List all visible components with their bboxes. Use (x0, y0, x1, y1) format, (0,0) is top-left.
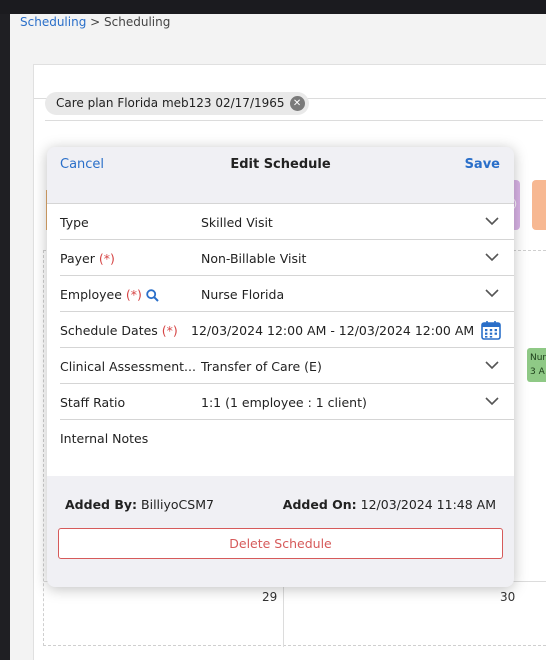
filter-chip[interactable]: Care plan Florida meb123 02/17/1965 ✕ (45, 92, 309, 115)
staff-ratio-field[interactable]: Staff Ratio 1:1 (1 employee : 1 client) (60, 384, 514, 420)
calendar-event[interactable]: Nur 3 A (527, 348, 546, 382)
schedule-dates-label: Schedule Dates (*) (60, 323, 178, 338)
employee-label: Employee (*) (60, 287, 159, 302)
employee-value[interactable]: Nurse Florida (201, 287, 284, 302)
edit-schedule-modal: Edit Schedule Cancel Save Type Skilled V… (47, 147, 514, 587)
added-on: Added On: 12/03/2024 11:48 AM (283, 497, 496, 512)
internal-notes-label: Internal Notes (60, 431, 149, 446)
type-field[interactable]: Type Skilled Visit (60, 204, 514, 240)
internal-notes-field[interactable]: Internal Notes (60, 420, 514, 476)
left-sidebar (0, 14, 10, 660)
employee-label-text: Employee (60, 287, 122, 302)
clinical-assessment-label: Clinical Assessment... (60, 359, 196, 374)
added-on-label: Added On: (282, 497, 357, 512)
calendar-event-line: Nur (530, 353, 546, 363)
breadcrumb-current: Scheduling (104, 15, 171, 29)
cancel-button[interactable]: Cancel (60, 157, 104, 172)
breadcrumb-separator: > (90, 15, 101, 29)
modal-header: Edit Schedule Cancel Save (47, 147, 514, 183)
schedule-dates-label-text: Schedule Dates (60, 323, 158, 338)
chevron-down-icon[interactable] (485, 289, 499, 298)
added-by-value: BilliyoCSM7 (141, 497, 214, 512)
save-button[interactable]: Save (465, 157, 500, 172)
calendar-day-number[interactable]: 29 (262, 590, 277, 604)
calendar-event-line: 3 A (530, 367, 545, 377)
payer-value[interactable]: Non-Billable Visit (201, 251, 306, 266)
payer-label-text: Payer (60, 251, 95, 266)
search-icon[interactable] (146, 289, 159, 302)
chevron-down-icon[interactable] (485, 217, 499, 226)
clinical-assessment-value[interactable]: Transfer of Care (E) (201, 359, 322, 374)
employee-field[interactable]: Employee (*) Nurse Florida (60, 276, 514, 312)
schedule-dates-value[interactable]: 12/03/2024 12:00 AM - 12/03/2024 12:00 A… (191, 323, 474, 338)
chevron-down-icon[interactable] (485, 253, 499, 262)
modal-title: Edit Schedule (230, 157, 331, 172)
added-on-value: 12/03/2024 11:48 AM (360, 497, 496, 512)
calendar-day-number[interactable]: 30 (500, 590, 515, 604)
required-marker: (*) (125, 287, 142, 302)
required-marker: (*) (98, 251, 115, 266)
staff-ratio-value[interactable]: 1:1 (1 employee : 1 client) (201, 395, 367, 410)
staff-ratio-label: Staff Ratio (60, 395, 126, 410)
type-label: Type (60, 215, 89, 230)
schedule-form: Type Skilled Visit Payer (*) Non-Billabl… (47, 203, 514, 476)
chip-close-icon[interactable]: ✕ (289, 96, 305, 111)
schedule-dates-field[interactable]: Schedule Dates (*) 12/03/2024 12:00 AM -… (60, 312, 514, 348)
type-value[interactable]: Skilled Visit (201, 215, 273, 230)
delete-schedule-button[interactable]: Delete Schedule (58, 528, 503, 559)
payer-label: Payer (*) (60, 251, 115, 266)
chevron-down-icon[interactable] (485, 361, 499, 370)
chevron-down-icon[interactable] (485, 397, 499, 406)
top-bar (0, 0, 546, 14)
calendar-icon[interactable] (481, 320, 501, 340)
required-marker: (*) (161, 323, 178, 338)
breadcrumb-link-scheduling[interactable]: Scheduling (20, 15, 86, 29)
breadcrumb: Scheduling > Scheduling (20, 15, 170, 29)
filter-chip-label: Care plan Florida meb123 02/17/1965 (56, 96, 285, 110)
added-by: Added By: BilliyoCSM7 (65, 497, 214, 512)
payer-field[interactable]: Payer (*) Non-Billable Visit (60, 240, 514, 276)
clinical-assessment-field[interactable]: Clinical Assessment... Transfer of Care … (60, 348, 514, 384)
status-legend-badge-orange[interactable] (532, 180, 546, 230)
filter-divider (45, 120, 543, 121)
added-by-label: Added By: (65, 497, 138, 512)
